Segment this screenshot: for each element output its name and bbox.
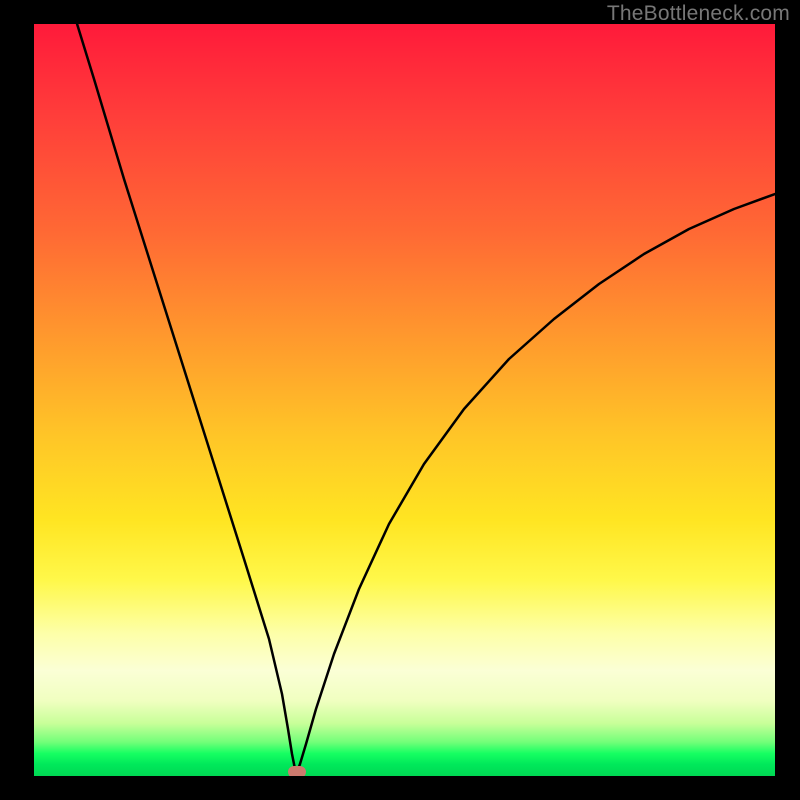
curve-path [74,24,775,772]
chart-frame: TheBottleneck.com [0,0,800,800]
optimal-point-marker [288,766,306,776]
bottleneck-curve [34,24,775,776]
plot-area [34,24,775,776]
watermark-text: TheBottleneck.com [607,2,790,26]
